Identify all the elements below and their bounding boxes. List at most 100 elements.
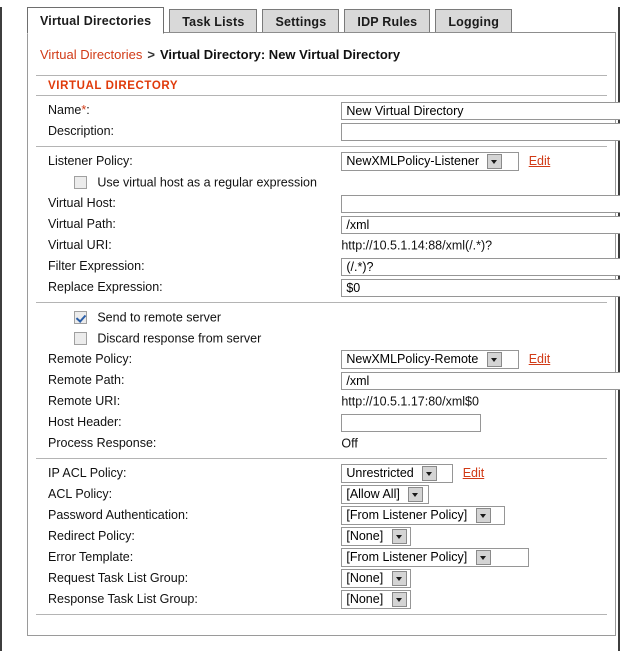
response-task-list-group-label: Response Task List Group: — [48, 592, 198, 607]
acl-policy-select[interactable]: [Allow All] — [341, 485, 430, 505]
chevron-down-icon[interactable] — [486, 352, 502, 368]
virtual-host-input[interactable] — [341, 194, 620, 213]
content-panel: Virtual Directories > Virtual Directory: N… — [27, 32, 620, 636]
row-send-to-remote-server: Send to remote server — [36, 307, 607, 328]
name-input-wrapper — [341, 100, 620, 121]
row-remote-policy: Remote Policy: NewXMLPolicy-Remote Edit — [36, 349, 607, 370]
row-remote-uri: Remote URI: http://10.5.1.17:80/xml$0 — [36, 391, 607, 412]
chevron-down-icon[interactable] — [408, 487, 424, 503]
row-virtual-host: Virtual Host: — [36, 193, 620, 214]
password-authentication-value: [From Listener Policy] — [346, 508, 468, 523]
group-policies: IP ACL Policy: Unrestricted Edit ACL Pol… — [36, 458, 607, 614]
row-discard-response: Discard response from server — [36, 328, 607, 349]
application-window: Virtual Directories Task Lists Settings … — [0, 7, 620, 651]
name-label: Name*: — [48, 103, 90, 118]
chevron-down-icon[interactable] — [475, 550, 491, 566]
bottom-divider — [36, 614, 607, 615]
group-identity: Name*: Description: — [36, 96, 620, 146]
host-header-input[interactable] — [341, 413, 482, 432]
chevron-down-icon[interactable] — [391, 571, 407, 587]
request-task-list-group-value: [None] — [346, 571, 384, 586]
error-template-select[interactable]: [From Listener Policy] — [341, 548, 530, 568]
breadcrumb-link-virtual-directories[interactable]: Virtual Directories — [40, 47, 142, 62]
remote-path-label: Remote Path: — [48, 373, 125, 388]
ip-acl-policy-select[interactable]: Unrestricted — [341, 464, 454, 484]
row-acl-policy: ACL Policy: [Allow All] — [36, 484, 607, 505]
tab-virtual-directories[interactable]: Virtual Directories — [27, 7, 165, 34]
remote-uri-value: http://10.5.1.17:80/xml$0 — [341, 394, 479, 409]
group-listener: Listener Policy: NewXMLPolicy-Listener E… — [36, 146, 620, 302]
name-input[interactable] — [341, 102, 620, 121]
tab-label: Logging — [448, 15, 500, 29]
chevron-down-icon[interactable] — [391, 529, 407, 545]
breadcrumb: Virtual Directories > Virtual Directory: N… — [28, 33, 615, 75]
process-response-value: Off — [341, 436, 358, 451]
tab-idp-rules[interactable]: IDP Rules — [344, 9, 431, 34]
password-authentication-select[interactable]: [From Listener Policy] — [341, 506, 506, 526]
replace-expression-label: Replace Expression: — [48, 280, 163, 295]
remote-policy-edit-link[interactable]: Edit — [529, 349, 551, 370]
tab-logging[interactable]: Logging — [435, 9, 513, 34]
acl-policy-label: ACL Policy: — [48, 487, 113, 502]
row-host-header: Host Header: — [36, 412, 607, 433]
ip-acl-policy-value: Unrestricted — [346, 466, 414, 481]
process-response-label: Process Response: — [48, 436, 157, 451]
description-input[interactable] — [341, 122, 620, 141]
row-name: Name*: — [36, 100, 620, 121]
use-virtual-host-regex-label: Use virtual host as a regular expression — [97, 175, 317, 190]
row-description: Description: — [36, 121, 620, 142]
row-error-template: Error Template: [From Listener Policy] — [36, 547, 607, 568]
row-request-task-list-group: Request Task List Group: [None] — [36, 568, 607, 589]
row-password-authentication: Password Authentication: [From Listener … — [36, 505, 607, 526]
virtual-path-input[interactable] — [341, 215, 620, 234]
row-ip-acl-policy: IP ACL Policy: Unrestricted Edit — [36, 463, 607, 484]
row-virtual-path: Virtual Path: — [36, 214, 620, 235]
tab-settings[interactable]: Settings — [262, 9, 340, 34]
row-redirect-policy: Redirect Policy: [None] — [36, 526, 607, 547]
response-task-list-group-value: [None] — [346, 592, 384, 607]
replace-expression-input[interactable] — [341, 278, 620, 297]
row-virtual-uri: Virtual URI: http://10.5.1.14:88/xml(/.*… — [36, 235, 607, 256]
row-remote-path: Remote Path: — [36, 370, 620, 391]
row-replace-expression: Replace Expression: — [36, 277, 620, 298]
discard-response-checkbox[interactable] — [74, 332, 87, 346]
filter-expression-input[interactable] — [341, 257, 620, 276]
row-listener-policy: Listener Policy: NewXMLPolicy-Listener E… — [36, 151, 607, 172]
host-header-label: Host Header: — [48, 415, 122, 430]
send-to-remote-server-label: Send to remote server — [97, 310, 222, 325]
request-task-list-group-select[interactable]: [None] — [341, 569, 412, 589]
use-virtual-host-regex-checkbox[interactable] — [74, 176, 87, 190]
tab-bar: Virtual Directories Task Lists Settings … — [2, 7, 618, 34]
listener-policy-select[interactable]: NewXMLPolicy-Listener — [341, 152, 520, 172]
virtual-host-label: Virtual Host: — [48, 196, 116, 211]
send-to-remote-server-checkbox[interactable] — [74, 311, 87, 325]
description-label: Description: — [48, 124, 114, 139]
chevron-down-icon[interactable] — [391, 592, 407, 608]
chevron-down-icon[interactable] — [422, 466, 438, 482]
listener-policy-edit-link[interactable]: Edit — [529, 151, 551, 172]
acl-policy-value: [Allow All] — [346, 487, 400, 502]
row-response-task-list-group: Response Task List Group: [None] — [36, 589, 607, 610]
remote-path-input[interactable] — [341, 371, 620, 390]
tab-task-lists[interactable]: Task Lists — [169, 9, 258, 34]
tab-label: Task Lists — [182, 15, 245, 29]
error-template-label: Error Template: — [48, 550, 134, 565]
redirect-policy-label: Redirect Policy: — [48, 529, 135, 544]
tab-label: Virtual Directories — [40, 14, 152, 28]
listener-policy-value: NewXMLPolicy-Listener — [346, 154, 480, 169]
chevron-down-icon[interactable] — [475, 508, 491, 524]
remote-policy-select[interactable]: NewXMLPolicy-Remote — [341, 350, 520, 370]
remote-uri-label: Remote URI: — [48, 394, 121, 409]
response-task-list-group-select[interactable]: [None] — [341, 590, 412, 610]
redirect-policy-value: [None] — [346, 529, 384, 544]
chevron-down-icon[interactable] — [487, 154, 503, 170]
filter-expression-label: Filter Expression: — [48, 259, 145, 274]
ip-acl-policy-label: IP ACL Policy: — [48, 466, 127, 481]
redirect-policy-select[interactable]: [None] — [341, 527, 412, 547]
section-heading-virtual-directory: VIRTUAL DIRECTORY — [36, 75, 607, 96]
ip-acl-policy-edit-link[interactable]: Edit — [463, 463, 485, 484]
tab-label: IDP Rules — [357, 15, 418, 29]
group-remote-server: Send to remote server Discard response f… — [36, 302, 620, 458]
row-use-virtual-host-regex: Use virtual host as a regular expression — [36, 172, 607, 193]
password-authentication-label: Password Authentication: — [48, 508, 189, 523]
